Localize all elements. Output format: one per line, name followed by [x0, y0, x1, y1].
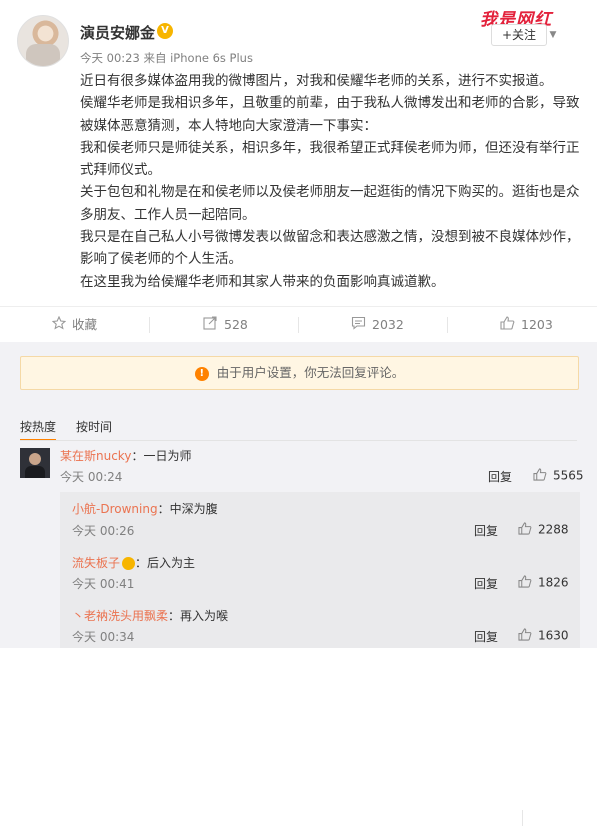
divider — [20, 440, 577, 441]
thumbs-up-icon — [518, 628, 532, 644]
reply-time: 今天 00:41 — [72, 577, 135, 591]
post-paragraph: 近日有很多媒体盗用我的微博图片，对我和侯耀华老师的关系，进行不实报道。 — [80, 73, 553, 89]
reply-button[interactable]: 回复 — [474, 522, 498, 539]
thumbs-up-icon — [533, 468, 547, 484]
favorite-label: 收藏 — [72, 317, 98, 332]
post-meta: 今天 00:23 来自 iPhone 6s Plus — [80, 50, 253, 66]
crown-badge-icon — [122, 557, 136, 570]
reply-like-count: 1630 — [538, 628, 569, 643]
sort-hot-label: 按热度 — [20, 420, 57, 441]
thumbs-up-icon — [518, 522, 532, 538]
post-paragraph: 侯耀华老师是我相识多年，且敬重的前辈，由于我私人微博发出和老师的合影，导致被媒体… — [80, 95, 580, 134]
reply-username[interactable]: 小航-Drowning — [72, 502, 158, 516]
reply-text: ：再入为喉 — [168, 609, 229, 623]
reply-disabled-notice: ! 由于用户设置，你无法回复评论。 — [20, 356, 579, 390]
divider — [298, 317, 299, 333]
comment-like-count: 5565 — [553, 468, 584, 483]
notice-text: 由于用户设置，你无法回复评论。 — [216, 365, 405, 380]
sort-by-hot-tab[interactable]: 按热度 — [20, 418, 57, 441]
divider — [149, 317, 150, 333]
post-time[interactable]: 今天 00:23 — [80, 51, 140, 65]
sort-time-label: 按时间 — [76, 420, 113, 434]
reply-like-button[interactable]: 1826 — [518, 575, 569, 591]
post-source-prefix: 来自 — [143, 51, 167, 65]
reply-username[interactable]: 流失板子 — [72, 556, 120, 570]
comments-section: ! 由于用户设置，你无法回复评论。 按热度 按时间 某在斯nucky：一日为师 今… — [0, 342, 597, 826]
avatar[interactable] — [17, 15, 69, 67]
reply-button[interactable]: 回复 — [474, 575, 498, 592]
thumbs-up-icon — [518, 575, 532, 591]
repost-count: 528 — [224, 317, 248, 332]
reply-like-button[interactable]: 2288 — [518, 522, 569, 538]
like-count: 1203 — [521, 317, 553, 332]
follow-label: +关注 — [501, 28, 537, 42]
comment-avatar[interactable] — [20, 448, 50, 478]
post-action-bar: 收藏 528 2032 1203 — [0, 306, 597, 343]
comment-text-line: 某在斯nucky：一日为师 — [60, 447, 191, 464]
weibo-post: 演员安娜金 V 今天 00:23 来自 iPhone 6s Plus 我是网红 … — [0, 0, 597, 306]
divider — [522, 810, 523, 826]
post-username[interactable]: 演员安娜金 — [80, 22, 155, 43]
post-paragraph: 关于包包和礼物是在和侯老师以及侯老师朋友一起逛街的情况下购买的。逛街也是众多朋友… — [80, 184, 580, 223]
reply-text: ：后入为主 — [135, 556, 196, 570]
comment-like-button[interactable]: 5565 — [533, 468, 584, 484]
post-source[interactable]: iPhone 6s Plus — [170, 51, 253, 65]
thumbs-up-icon — [500, 308, 515, 344]
comment-time: 今天 00:24 — [60, 470, 123, 484]
comment-icon — [351, 308, 366, 344]
vip-badge-icon: V — [157, 23, 173, 39]
post-paragraph: 在这里我为给侯耀华老师和其家人带来的负面影响真诚道歉。 — [80, 273, 445, 290]
reply-like-count: 1826 — [538, 575, 569, 590]
follow-button[interactable]: +关注 ▼ — [491, 24, 556, 46]
sort-by-time-tab[interactable]: 按时间 — [76, 418, 112, 435]
divider — [447, 317, 448, 333]
comment-button[interactable]: 2032 — [351, 307, 404, 343]
reply-button[interactable]: 回复 — [488, 468, 512, 485]
reply-time: 今天 00:26 — [72, 524, 135, 538]
reply-text-line: 丶老衲洗头用飘柔：再入为喉 — [72, 607, 228, 624]
chevron-down-icon[interactable]: ▼ — [548, 25, 558, 45]
post-paragraph: 我只是在自己私人小号微博发表以做留念和表达感激之情，没想到被不良媒体炒作，影响了… — [80, 229, 580, 268]
comment-text: ：一日为师 — [131, 449, 192, 463]
like-button[interactable]: 1203 — [500, 307, 553, 343]
star-icon — [51, 308, 67, 344]
post-paragraph: 我和侯老师只是师徒关系，相识多年，我很希望正式拜侯老师为师，但还没有举行正式拜师… — [80, 139, 580, 179]
repost-icon — [203, 308, 218, 344]
reply-text-line: 流失板子 ：后入为主 — [72, 554, 195, 571]
comment-username[interactable]: 某在斯nucky — [60, 449, 131, 463]
reply-text: ：中深为腹 — [157, 502, 218, 516]
post-content: 近日有很多媒体盗用我的微博图片，对我和侯耀华老师的关系，进行不实报道。 侯耀华老… — [80, 70, 580, 293]
reply-text-line: 小航-Drowning：中深为腹 — [72, 500, 218, 517]
reply-time: 今天 00:34 — [72, 630, 135, 644]
reply-like-button[interactable]: 1630 — [518, 628, 569, 644]
reply-button[interactable]: 回复 — [474, 628, 498, 645]
favorite-button[interactable]: 收藏 — [51, 307, 98, 344]
warning-icon: ! — [194, 366, 209, 381]
reply-username[interactable]: 丶老衲洗头用飘柔 — [72, 609, 168, 623]
repost-button[interactable]: 528 — [203, 307, 248, 343]
reply-like-count: 2288 — [538, 522, 569, 537]
comment-count: 2032 — [372, 317, 404, 332]
